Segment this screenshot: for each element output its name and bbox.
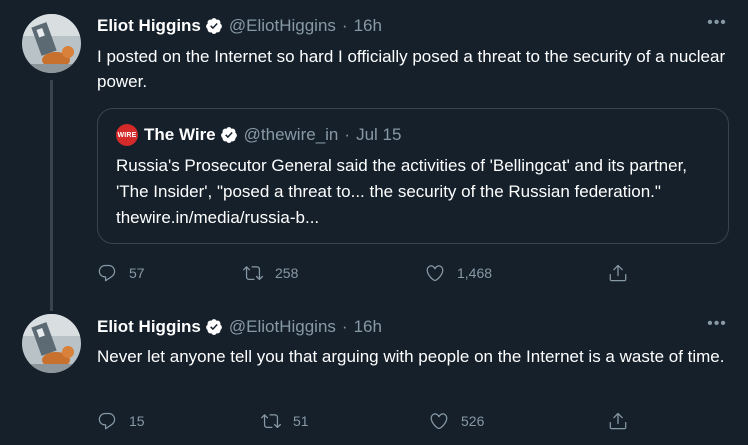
verified-badge-icon	[220, 126, 238, 144]
like-button[interactable]: 526	[429, 409, 484, 433]
quoted-tweet[interactable]: WIRE The Wire @thewire_in · Jul 15 Russi…	[97, 108, 729, 244]
thread-line	[50, 80, 53, 311]
like-count: 1,468	[457, 265, 493, 281]
share-button[interactable]	[608, 409, 628, 433]
like-count: 526	[461, 413, 485, 429]
retweet-button[interactable]: 258	[243, 261, 298, 285]
more-icon[interactable]: •••	[706, 315, 728, 339]
avatar[interactable]	[22, 314, 81, 373]
author-handle[interactable]: @EliotHiggins	[229, 317, 336, 337]
reply-icon	[98, 412, 116, 430]
retweet-icon	[243, 266, 263, 281]
reply-button[interactable]: 57	[97, 261, 145, 285]
quoted-timestamp: Jul 15	[356, 125, 402, 144]
tweet-header: Eliot Higgins @EliotHiggins · 16h	[97, 315, 382, 339]
like-icon	[426, 265, 444, 282]
like-button[interactable]: 1,468	[425, 261, 492, 285]
timestamp[interactable]: 16h	[354, 16, 382, 36]
author-name[interactable]: Eliot Higgins	[97, 16, 201, 36]
quoted-author-handle: @thewire_in	[243, 125, 339, 144]
reply-button[interactable]: 15	[97, 409, 145, 433]
retweet-icon	[261, 414, 281, 429]
retweet-button[interactable]: 51	[261, 409, 309, 433]
tweet-actions: 57 258 1,468	[97, 261, 657, 285]
reply-icon	[98, 264, 116, 282]
quoted-author-name: The Wire	[144, 125, 216, 144]
quoted-tweet-text: Russia's Prosecutor General said the act…	[116, 156, 688, 227]
author-handle[interactable]: @EliotHiggins	[229, 16, 336, 36]
tweet-text: I posted on the Internet so hard I offic…	[97, 47, 726, 91]
quoted-tweet-header: WIRE The Wire @thewire_in · Jul 15	[116, 123, 401, 147]
separator: ·	[341, 16, 348, 35]
separator: ·	[341, 317, 348, 336]
avatar[interactable]	[22, 14, 81, 73]
share-icon	[609, 412, 627, 430]
share-icon	[609, 264, 627, 282]
reply-count: 57	[129, 265, 145, 281]
like-icon	[430, 413, 448, 430]
verified-badge-icon	[205, 17, 223, 35]
share-button[interactable]	[608, 261, 628, 285]
tweet[interactable]: Eliot Higgins @EliotHiggins · 16h ••• I …	[0, 0, 748, 311]
reply-count: 15	[129, 413, 145, 429]
separator: ·	[344, 125, 351, 144]
retweet-count: 258	[275, 265, 299, 281]
verified-badge-icon	[205, 318, 223, 336]
wire-logo-icon: WIRE	[116, 124, 138, 146]
timestamp[interactable]: 16h	[354, 317, 382, 337]
tweet-header: Eliot Higgins @EliotHiggins · 16h	[97, 14, 382, 38]
tweet-text: Never let anyone tell you that arguing w…	[97, 347, 725, 366]
author-name[interactable]: Eliot Higgins	[97, 317, 201, 337]
tweet-actions: 15 51 526	[97, 409, 657, 433]
more-icon[interactable]: •••	[706, 14, 728, 38]
retweet-count: 51	[293, 413, 309, 429]
